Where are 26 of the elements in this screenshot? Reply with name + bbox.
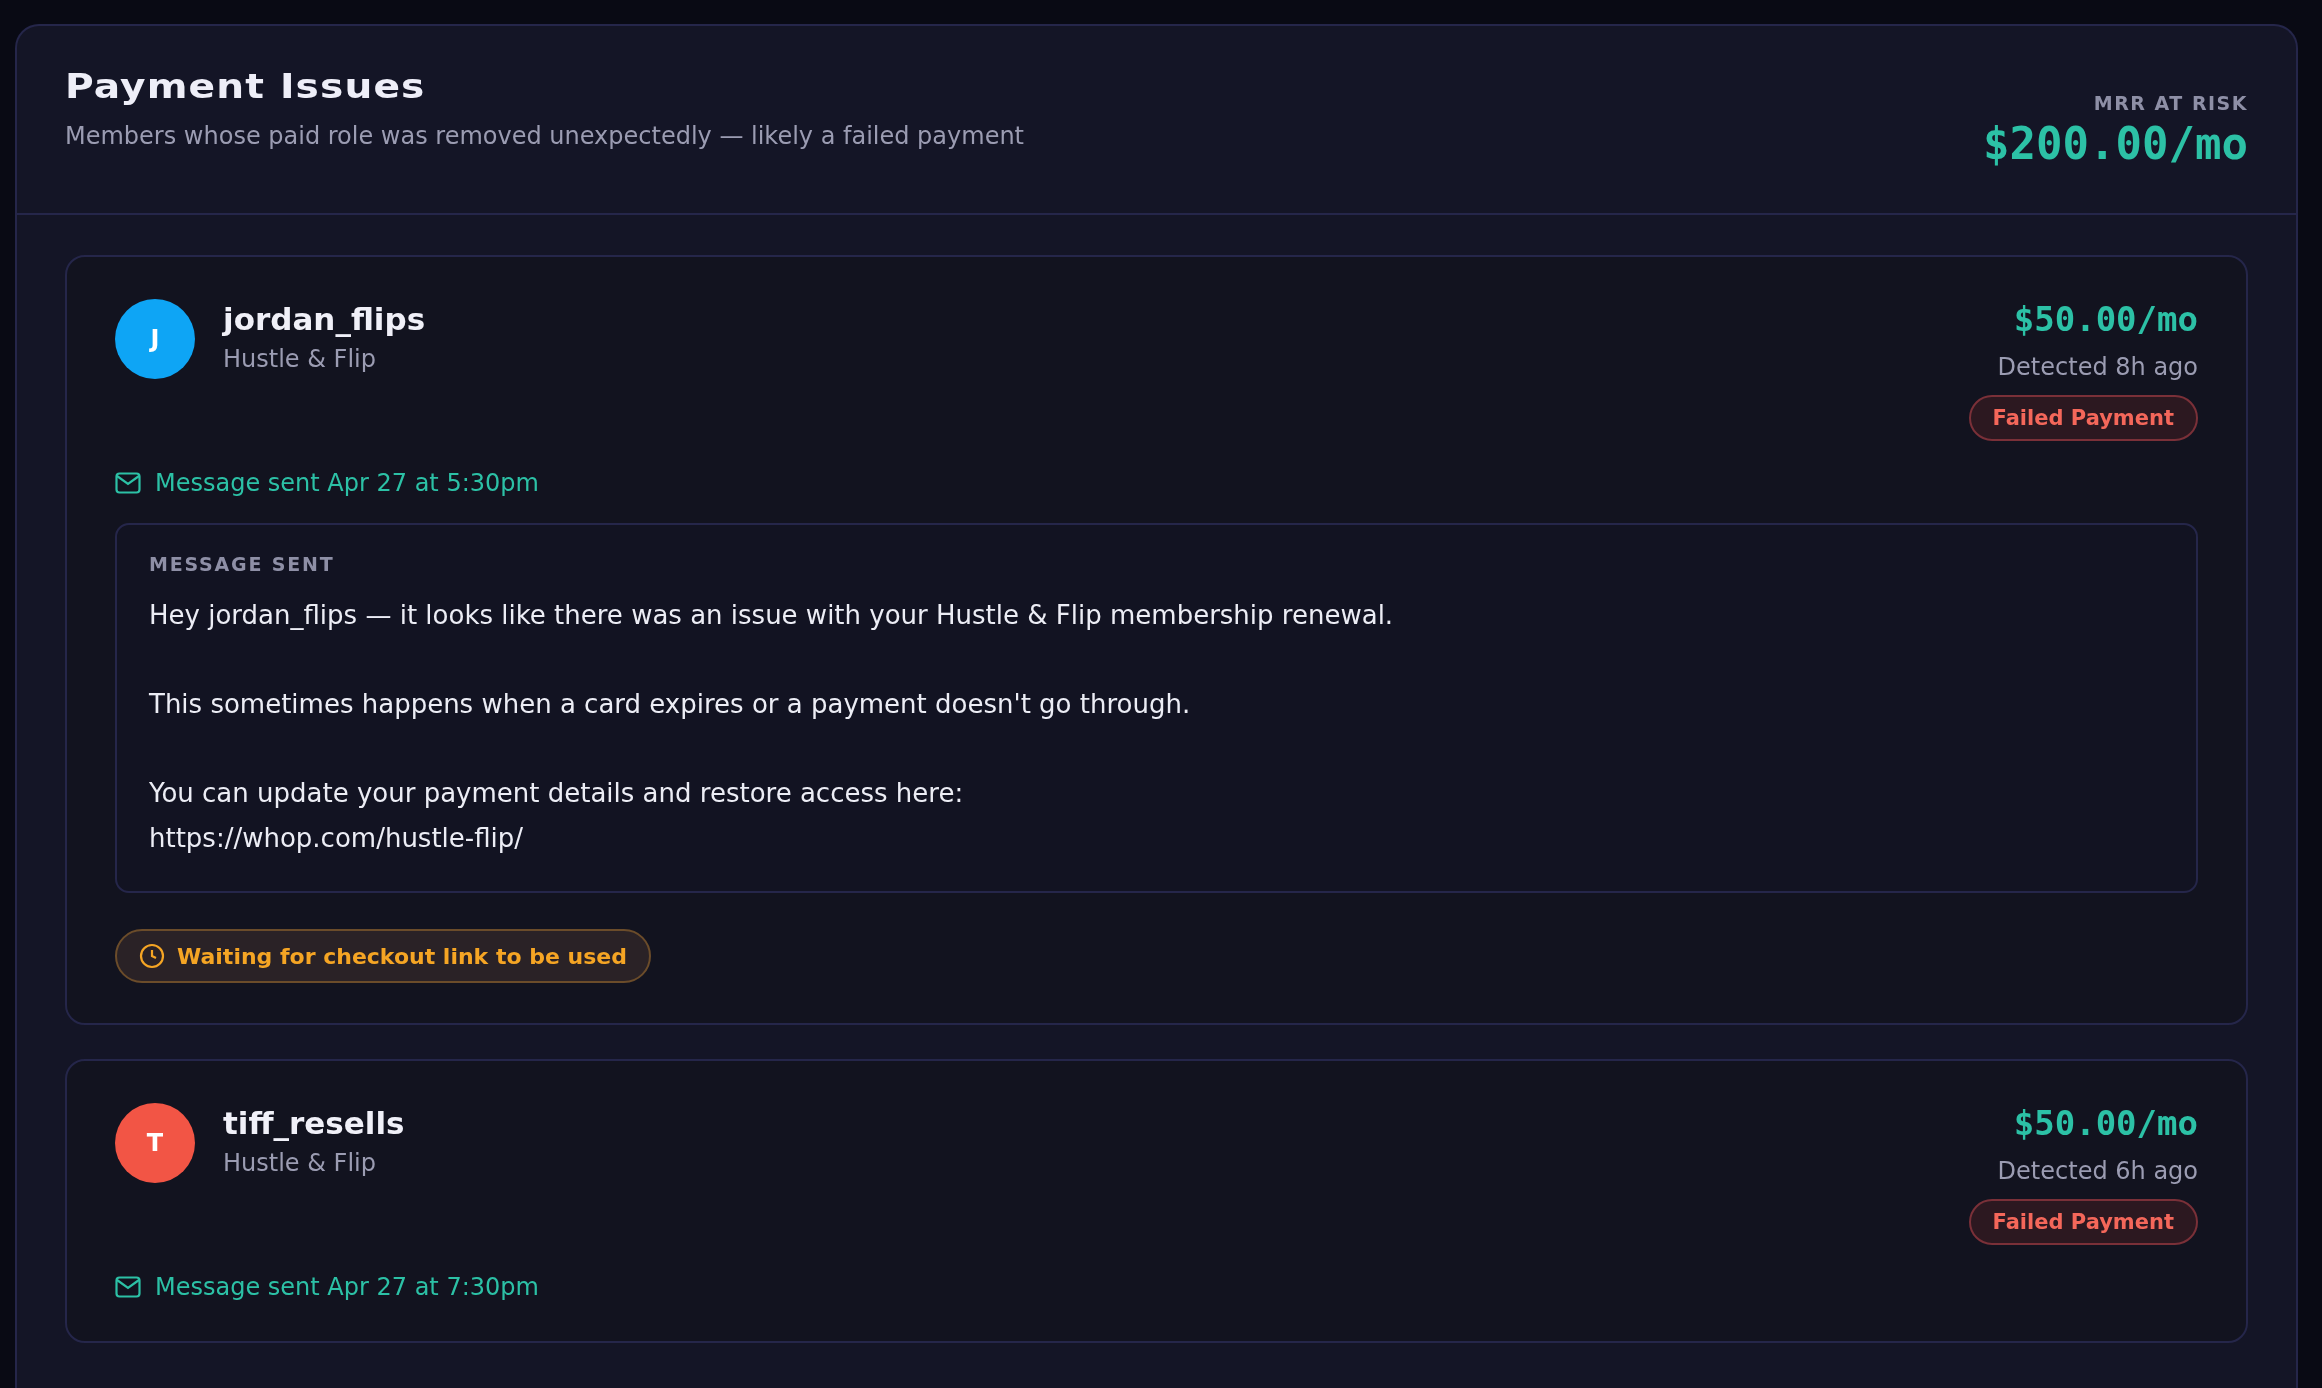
username: tiff_resells: [223, 1105, 405, 1141]
mrr-label: MRR AT RISK: [2093, 92, 2248, 114]
mail-icon: [115, 472, 141, 494]
amount: $50.00/mo: [2013, 299, 2198, 339]
status-badge: Failed Payment: [1968, 1199, 2198, 1245]
community-name: Hustle & Flip: [223, 1149, 377, 1177]
message-paragraph: This sometimes happens when a card expires or a payment doesn't go through.: [149, 688, 1192, 721]
page-title: Payment Issues: [65, 66, 427, 106]
mail-icon: [115, 1276, 141, 1298]
amount: $50.00/mo: [2013, 1103, 2198, 1143]
page-subtitle: Members whose paid role was removed unexpectedly — likely a failed payment: [65, 122, 1024, 150]
detected-time: Detected 6h ago: [1997, 1157, 2198, 1185]
detected-time: Detected 8h ago: [1997, 353, 2198, 381]
mrr-value: $200.00/mo: [1983, 118, 2248, 169]
message-paragraph: You can update your payment details and restore access here: https://whop.com/hustle-flip/: [149, 777, 965, 855]
status-pill: Waiting for checkout link to be used: [115, 929, 651, 983]
message-paragraph: Hey jordan_flips — it looks like there was an issue with your Hustle & Flip membership renewal.: [149, 599, 1395, 632]
message-sent-status: Message sent Apr 27 at 5:30pm: [155, 469, 539, 497]
clock-icon: [139, 943, 165, 969]
status-badge: Failed Payment: [1968, 395, 2198, 441]
avatar: T: [115, 1103, 195, 1183]
community-name: Hustle & Flip: [223, 345, 377, 373]
message-heading: MESSAGE SENT: [149, 553, 336, 575]
message-sent-status: Message sent Apr 27 at 7:30pm: [155, 1273, 539, 1301]
avatar: J: [115, 299, 195, 379]
username: jordan_flips: [223, 301, 426, 337]
